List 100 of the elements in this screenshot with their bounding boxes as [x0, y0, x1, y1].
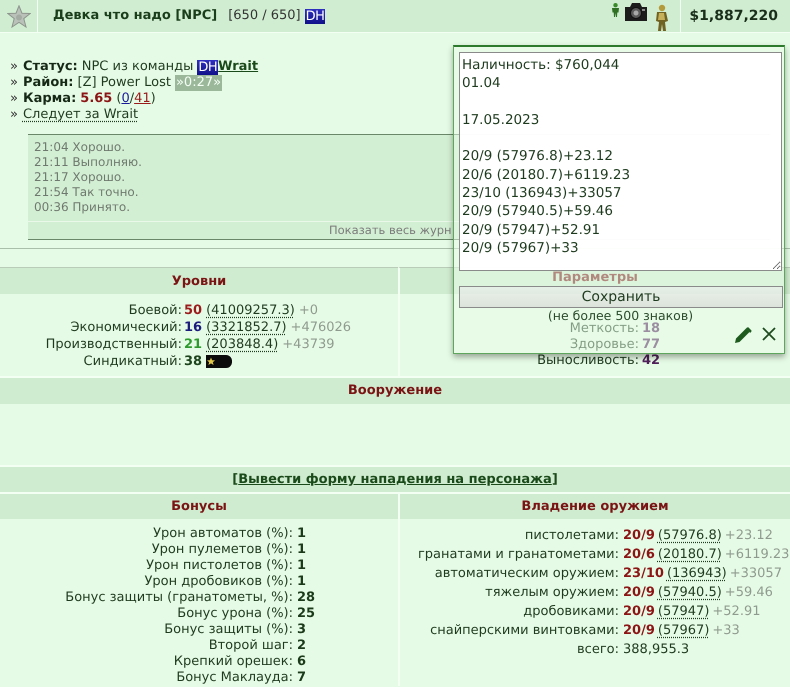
skill-rank: 20/9 — [623, 622, 655, 640]
log-entry: 21:17 Хорошо. — [34, 170, 126, 185]
gain-value: +59.46 — [724, 584, 773, 602]
level-value: 21 — [184, 336, 202, 353]
open-paren: ( — [116, 91, 122, 107]
bonus-label: Второй шаг: — [208, 638, 293, 654]
level-label: Экономический: — [69, 319, 182, 336]
level-label: Синдикатный: — [82, 353, 182, 370]
skill-label: дробовиками: — [522, 603, 619, 621]
bonus-label: Бонус защиты (%): — [163, 622, 293, 638]
list-bullet: » — [10, 59, 18, 75]
note-field[interactable]: Наличность: $760,044 01.04 17.05.2023 20/9 (57976.8)+23.12 20/6 (20180.7)+6119.23 23/10 (136943)+33057 20/9 (57940.5)+59.46 20/9 (57947)+52.91 20/9 (57967)+33 — [459, 52, 782, 271]
skill-rank: 23/10 — [623, 565, 664, 583]
experience-value: (203848.4) — [206, 336, 278, 353]
log-entry: 00:36 Принято. — [34, 200, 130, 215]
level-label: Производственный: — [44, 336, 182, 353]
skill-rank: 20/9 — [623, 603, 655, 621]
district-label: Район: — [22, 75, 74, 91]
bonus-value: 1 — [297, 558, 306, 574]
bonus-label: Бонус защиты (гранатометы, %): — [64, 590, 293, 606]
skill-rank: 20/9 — [623, 584, 655, 602]
person-icon — [611, 3, 620, 17]
bonus-value: 3 — [297, 622, 306, 638]
parameter-label: Меткость: — [568, 321, 639, 337]
level-value: 50 — [184, 302, 202, 319]
gain-value: +23.12 — [724, 527, 773, 545]
experience-value: (3321852.7) — [206, 319, 287, 336]
level-label: Боевой: — [128, 302, 182, 319]
log-entry: 21:11 Выполняю. — [34, 155, 142, 170]
parameter-label: Здоровье: — [568, 337, 639, 353]
close-paren: ) — [150, 91, 156, 107]
camera-icon — [624, 1, 648, 22]
karma-value: 5.65 — [80, 91, 112, 107]
log-entry: 21:04 Хорошо. — [34, 140, 126, 155]
total-value: 388,955.3 — [623, 641, 690, 659]
karma-label: Карма: — [22, 91, 76, 107]
bonus-label: Урон пистолетов (%): — [145, 558, 293, 574]
bonus-label: Урон дробовиков (%): — [143, 574, 293, 590]
bonus-value: 25 — [297, 606, 316, 622]
clan-logo: DH — [197, 60, 218, 74]
parameter-value: 77 — [642, 337, 660, 353]
money-amount: $1,887,220 — [689, 8, 778, 24]
list-bullet: » — [10, 75, 18, 91]
bonus-label: Бонус урона (%): — [176, 606, 293, 622]
section-header: Бонусы — [0, 492, 398, 519]
negative-votes-link[interactable]: 41 — [134, 91, 151, 107]
experience-value: (57940.5) — [658, 584, 722, 602]
parameter-value: 18 — [642, 321, 660, 337]
gain-value: +33 — [712, 622, 740, 640]
star-tag-icon — [206, 355, 232, 368]
skill-label: автоматическим оружием: — [434, 565, 619, 583]
status-label: Статус: — [22, 59, 78, 75]
level-value: 38 — [184, 353, 202, 370]
bonus-value: 1 — [297, 526, 306, 542]
parameter-label: Выносливость: — [536, 353, 639, 369]
bonus-value: 7 — [297, 670, 306, 686]
bonus-label: Крепкий орешек: — [172, 654, 293, 670]
skill-label: всего: — [576, 641, 619, 659]
slash-text: / — [130, 91, 134, 107]
skill-label: пистолетами: — [524, 527, 619, 545]
clan-logo: DH — [304, 8, 326, 24]
bonus-value: 6 — [297, 654, 306, 670]
following-text: Следует за Wrait — [22, 107, 138, 123]
section-header: Уровни — [0, 267, 398, 294]
pencil-icon[interactable] — [734, 327, 752, 344]
leader-link[interactable]: Wrait — [218, 59, 258, 75]
timer-text: »0:27» — [174, 75, 222, 91]
experience-value: (136943) — [666, 565, 727, 583]
bonus-value: 28 — [297, 590, 316, 606]
section-header: Владение оружием — [398, 492, 790, 519]
health-counter: [650 / 650] — [228, 8, 301, 24]
experience-value: (57976.8) — [658, 527, 722, 545]
star-icon — [6, 4, 30, 28]
log-entry: 21:54 Так точно. — [34, 185, 139, 200]
close-bracket: ] — [552, 471, 558, 489]
gain-value: +33057 — [730, 565, 782, 583]
district-name: [Z] Power Lost — [78, 75, 171, 91]
bonus-label: Урон пулеметов (%): — [150, 542, 293, 558]
experience-value: (41009257.3) — [206, 302, 295, 319]
experience-value: (57967) — [658, 622, 710, 640]
bonus-label: Бонус Маклауда: — [175, 670, 293, 686]
skill-rank: 20/6 — [623, 546, 655, 564]
positive-votes-link[interactable]: 0 — [121, 91, 130, 107]
skill-rank: 20/9 — [623, 527, 655, 545]
gain-value: +476026 — [290, 319, 352, 336]
experience-value: (57947) — [658, 603, 710, 621]
gain-value: +6119.23 — [724, 546, 790, 564]
gain-value: +43739 — [282, 336, 335, 353]
experience-value: (20180.7) — [658, 546, 722, 564]
level-value: 16 — [184, 319, 202, 336]
list-bullet: » — [10, 91, 18, 107]
attack-form-link[interactable]: Вывести форму нападения на персонажа — [238, 467, 552, 492]
status-text: NPC из команды — [82, 59, 194, 75]
close-icon[interactable] — [762, 327, 776, 341]
character-name: Девка что надо [NPC] — [53, 8, 218, 24]
char-limit-hint: (не более 500 знаков) — [546, 309, 694, 323]
open-bracket: [ — [232, 471, 238, 489]
bonus-value: 1 — [297, 574, 306, 590]
bonus-value: 2 — [297, 638, 306, 654]
bonus-value: 1 — [297, 542, 306, 558]
